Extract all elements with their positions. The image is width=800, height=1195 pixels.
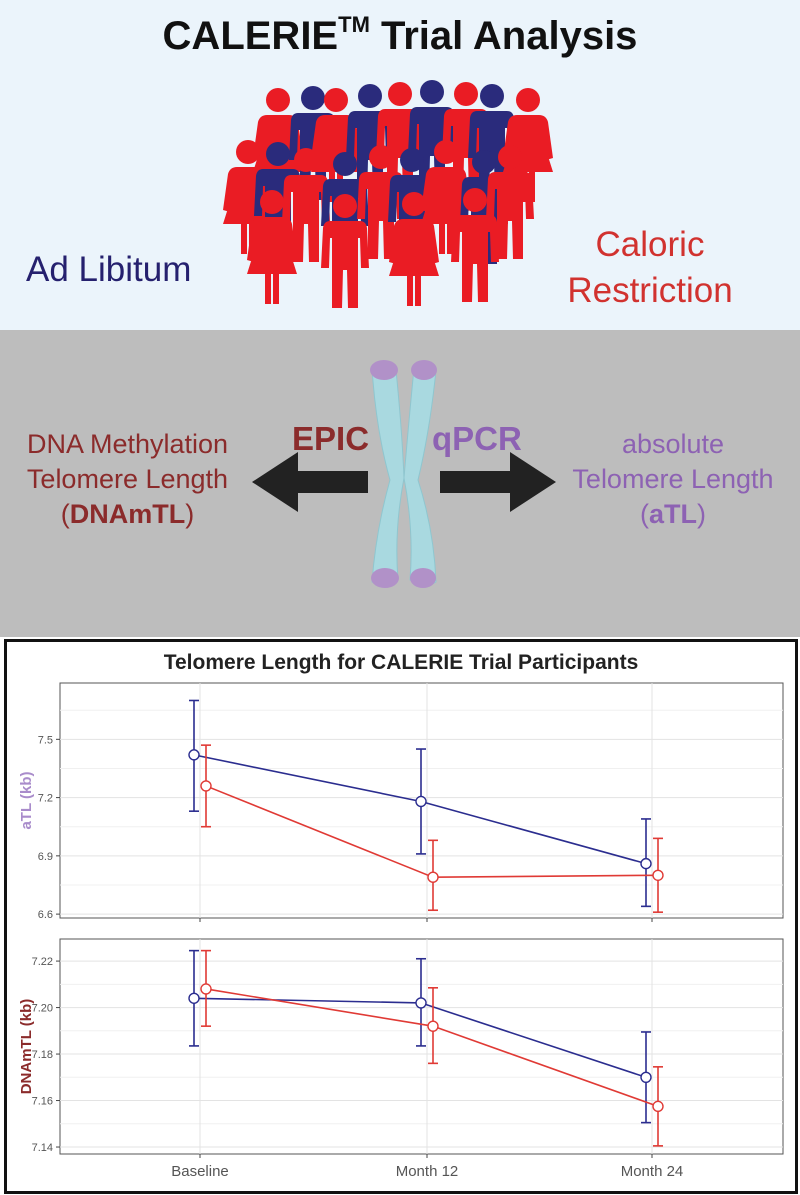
ad-libitum-label: Ad Libitum [26,250,192,289]
epic-label: EPIC [292,420,370,457]
qpcr-label: qPCR [432,420,522,457]
data-point [640,1071,652,1083]
y-tick-label: 7.22 [32,956,53,968]
arrow-right-icon [440,452,556,512]
y-tick-label: 7.16 [32,1096,53,1108]
y-tick-label: 6.6 [38,909,53,921]
data-point [640,857,652,870]
data-point [415,795,427,808]
data-point [188,749,200,761]
y-tick-label: 7.5 [38,734,53,746]
x-tick-label: Month 12 [396,1163,459,1180]
telomere-chart-panel: 6.6 6.9 7.2 7.5 aTL (kb) 7.14 7.16 7.18 7.20 7.22… [4,639,798,1194]
methods-section: DNA Methylation Telomere Length (DNAmTL)… [0,330,800,637]
data-point [652,869,664,881]
data-point [427,871,439,883]
x-tick-label: Baseline [171,1163,229,1180]
data-point [200,780,212,792]
chromosome-icon [370,360,437,588]
header-section: CALERIETM Trial Analysis Ad Libitum Calo… [0,0,800,330]
arrow-left-icon [252,452,368,512]
chart-title: Telomere Length for CALERIE Trial Partic… [163,651,639,674]
y-tick-label: 6.9 [38,851,53,863]
data-point [427,1020,439,1032]
y-axis-title: aTL (kb) [18,771,35,829]
caloric-restriction-label: Caloric Restriction [567,225,733,310]
x-tick-label: Month 24 [621,1163,684,1180]
data-point [652,1100,664,1113]
data-point [188,992,200,1004]
data-point [200,983,212,995]
y-tick-label: 7.14 [32,1142,53,1154]
telomere-chart: 6.66.97.27.5aTL (kb)7.147.167.187.207.22… [18,682,784,1180]
atl-label: absolute Telomere Length (aTL) [572,429,774,529]
data-point [415,997,427,1009]
y-tick-label: 7.2 [38,793,53,805]
y-axis-title: DNAmTL (kb) [18,999,35,1095]
dnam-tl-label: DNA Methylation Telomere Length (DNAmTL) [26,429,229,529]
